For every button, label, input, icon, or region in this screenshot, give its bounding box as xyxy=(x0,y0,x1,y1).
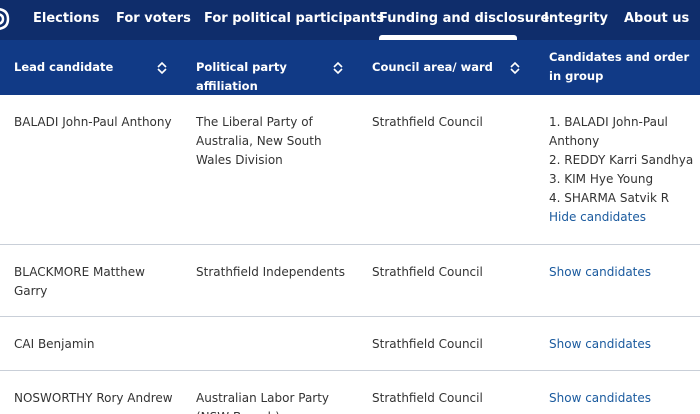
table-row: BLACKMORE Matthew Garry Strathfield Inde… xyxy=(0,245,700,317)
header-council-ward[interactable]: Council area/ ward xyxy=(372,58,502,77)
candidate-group: 1. BALADI John-Paul Anthony 2. REDDY Kar… xyxy=(549,113,697,227)
nav-item-elections[interactable]: Elections xyxy=(33,11,99,26)
nav-item-about-us[interactable]: About us xyxy=(624,11,689,26)
show-candidates-link[interactable]: Show candidates xyxy=(549,389,697,408)
party-affiliation: Australian Labor Party (NSW Branch) xyxy=(196,391,330,414)
candidate-item: 3. KIM Hye Young xyxy=(549,172,654,186)
party-affiliation: Strathfield Independents xyxy=(196,265,345,279)
sort-party-affiliation-icon[interactable] xyxy=(333,61,343,75)
table-row: BALADI John-Paul Anthony The Liberal Par… xyxy=(0,95,700,245)
party-affiliation: The Liberal Party of Australia, New Sout… xyxy=(196,115,322,167)
site-logo-icon[interactable] xyxy=(0,4,10,34)
nav-item-integrity[interactable]: Integrity xyxy=(544,11,608,26)
main-nav: Elections For voters For political parti… xyxy=(0,0,700,40)
council-area: Strathfield Council xyxy=(372,391,483,405)
table-row: NOSWORTHY Rory Andrew Australian Labor P… xyxy=(0,371,700,414)
nav-item-funding-and-disclosure[interactable]: Funding and disclosure xyxy=(379,11,549,26)
candidate-item: 1. BALADI John-Paul Anthony xyxy=(549,115,668,148)
candidate-list: 1. BALADI John-Paul Anthony 2. REDDY Kar… xyxy=(549,113,697,208)
header-candidates-order: Candidates and order in group xyxy=(549,50,690,83)
candidate-item: 2. REDDY Karri Sandhya xyxy=(549,153,694,167)
lead-candidate: BLACKMORE Matthew Garry xyxy=(14,265,145,298)
lead-candidate: BALADI John-Paul Anthony xyxy=(14,115,172,129)
lead-candidate: CAI Benjamin xyxy=(14,337,95,351)
nav-item-for-political-participants[interactable]: For political participants xyxy=(204,11,384,26)
council-area: Strathfield Council xyxy=(372,337,483,351)
lead-candidate: NOSWORTHY Rory Andrew xyxy=(14,391,173,405)
nav-item-for-voters[interactable]: For voters xyxy=(116,11,191,26)
council-area: Strathfield Council xyxy=(372,265,483,279)
council-area: Strathfield Council xyxy=(372,115,483,129)
hide-candidates-link[interactable]: Hide candidates xyxy=(549,208,697,227)
header-party-affiliation[interactable]: Political party affiliation xyxy=(196,58,336,96)
candidate-item: 4. SHARMA Satvik R xyxy=(549,191,670,205)
sort-lead-candidate-icon[interactable] xyxy=(157,61,167,75)
show-candidates-link[interactable]: Show candidates xyxy=(549,263,697,282)
table-header: Lead candidate Political party affiliati… xyxy=(0,40,700,95)
sort-council-ward-icon[interactable] xyxy=(510,61,520,75)
header-lead-candidate[interactable]: Lead candidate xyxy=(14,58,154,77)
show-candidates-link[interactable]: Show candidates xyxy=(549,335,697,354)
table-row: CAI Benjamin Strathfield Council Show ca… xyxy=(0,317,700,371)
